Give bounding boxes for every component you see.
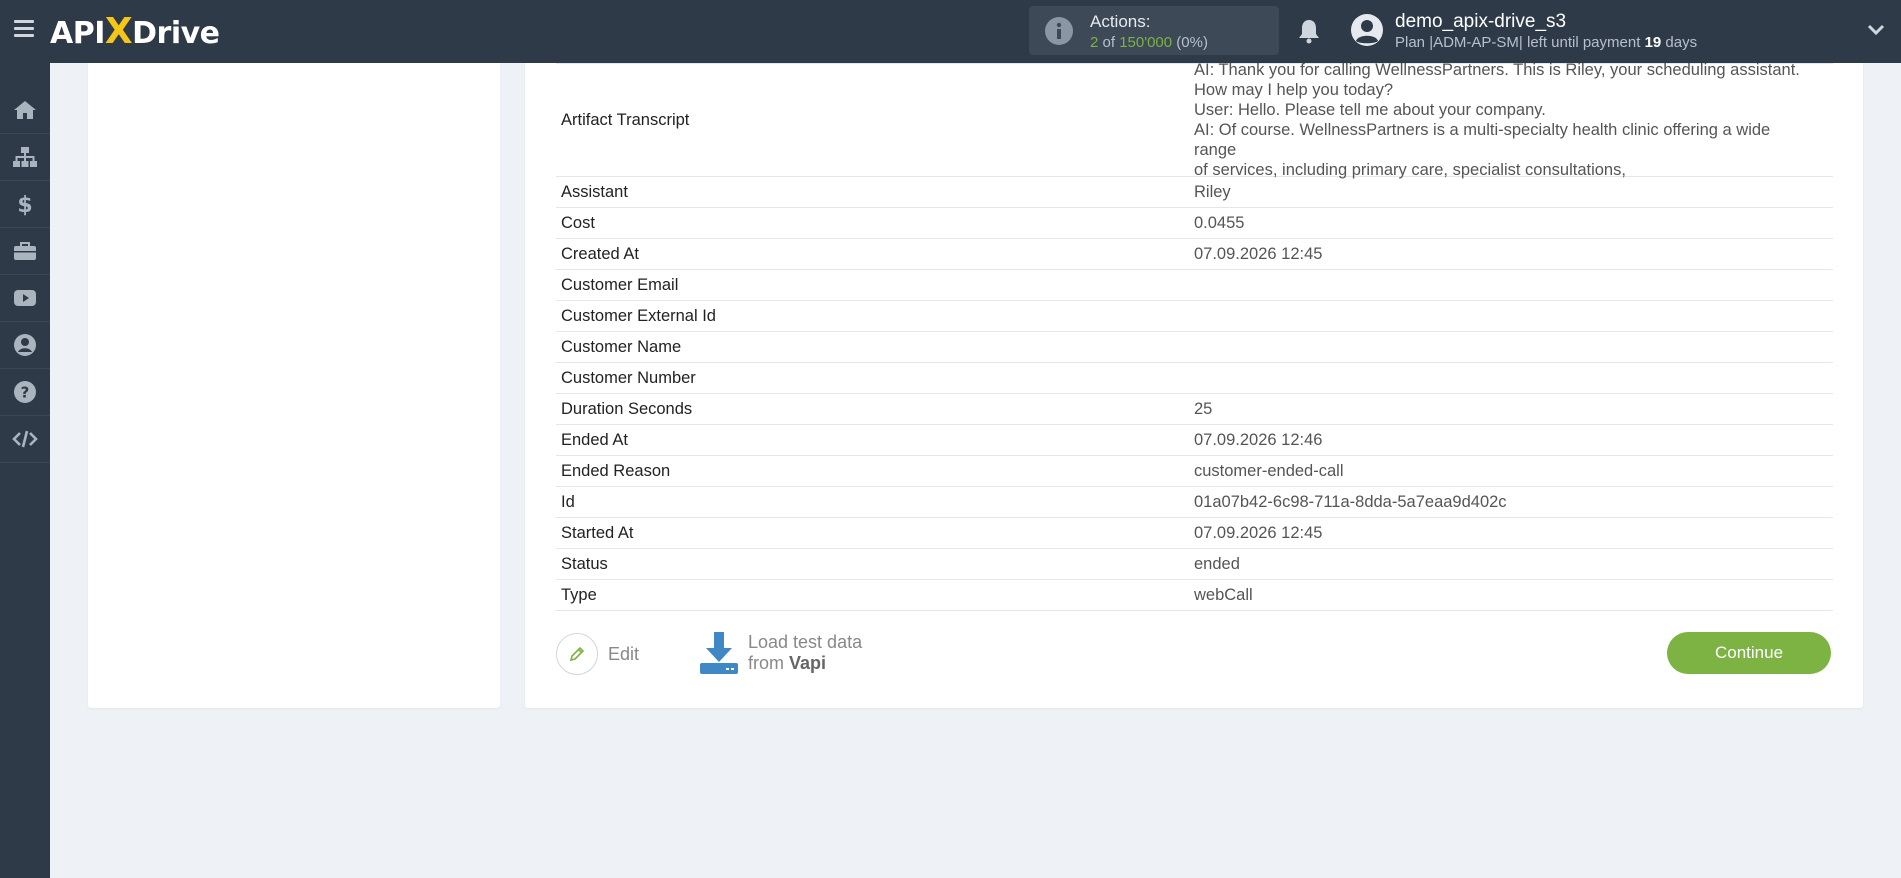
pencil-icon: [556, 633, 598, 675]
continue-button[interactable]: Continue: [1667, 632, 1831, 674]
table-row: Assistant Riley: [556, 177, 1833, 208]
svg-text:?: ?: [21, 384, 30, 402]
sitemap-icon: [13, 147, 37, 167]
load-test-data-label: Load test data from Vapi: [748, 632, 863, 673]
table-row: Customer Name: [556, 332, 1833, 363]
top-bar: APIXDrive Actions: 2 of 150'000 (0%) dem…: [0, 0, 1901, 63]
download-icon: [700, 632, 738, 674]
row-value: 07.09.2026 12:45: [1194, 524, 1323, 542]
row-value: 25: [1194, 400, 1213, 418]
row-key: Type: [561, 585, 597, 604]
row-value: ended: [1194, 555, 1240, 573]
sidebar-item-help[interactable]: ?: [0, 369, 50, 416]
row-value: customer-ended-call: [1194, 462, 1344, 480]
sidebar-item-video[interactable]: [0, 275, 50, 322]
plan-info: Plan |ADM-AP-SM| left until payment 19 d…: [1395, 34, 1698, 51]
row-key: Customer Number: [561, 368, 696, 387]
info-icon: [1045, 17, 1073, 45]
sidebar-item-billing[interactable]: $: [0, 181, 50, 228]
row-value: Riley: [1194, 183, 1231, 201]
row-key: Customer Name: [561, 337, 682, 356]
row-value: AI: Thank you for calling WellnessPartne…: [1194, 61, 1800, 179]
actions-label: Actions:: [1090, 12, 1151, 31]
table-row: Ended At 07.09.2026 12:46: [556, 425, 1833, 456]
table-row: Ended Reason customer-ended-call: [556, 456, 1833, 487]
actions-counter: Actions: 2 of 150'000 (0%): [1029, 6, 1279, 55]
question-icon: ?: [14, 381, 36, 403]
briefcase-icon: [14, 242, 36, 260]
hamburger-menu-icon[interactable]: [14, 20, 34, 40]
left-panel: [88, 63, 500, 708]
user-circle-icon: [14, 334, 36, 356]
row-key: Customer Email: [561, 275, 679, 294]
table-row: Duration Seconds 25: [556, 394, 1833, 425]
table-row: Artifact Transcript AI: Thank you for ca…: [556, 61, 1833, 179]
chevron-down-icon[interactable]: [1866, 22, 1886, 38]
edit-label: Edit: [608, 643, 640, 664]
row-key: Ended Reason: [561, 461, 671, 480]
load-test-data-button[interactable]: Load test data from Vapi: [698, 631, 862, 675]
row-value: webCall: [1194, 586, 1253, 604]
dollar-icon: $: [17, 193, 32, 216]
table-row: Customer Email: [556, 270, 1833, 301]
sidebar: $ ?: [0, 63, 50, 878]
youtube-icon: [14, 290, 36, 306]
table-row: Started At 07.09.2026 12:45: [556, 518, 1833, 549]
table-row: Customer Number: [556, 363, 1833, 394]
sidebar-item-api[interactable]: [0, 416, 50, 463]
svg-text:$: $: [17, 193, 32, 216]
row-key: Artifact Transcript: [561, 110, 690, 129]
row-value: 01a07b42-6c98-711a-8dda-5a7eaa9d402c: [1194, 493, 1507, 511]
data-table: Artifact Transcript AI: Thank you for ca…: [556, 61, 1833, 611]
table-row: Type webCall: [556, 580, 1833, 611]
row-key: Id: [561, 492, 575, 511]
sidebar-item-account[interactable]: [0, 322, 50, 369]
username[interactable]: demo_apix-drive_s3: [1395, 11, 1566, 33]
row-key: Duration Seconds: [561, 399, 693, 418]
row-key: Assistant: [561, 182, 628, 201]
row-value: 0.0455: [1194, 214, 1245, 232]
home-icon: [14, 101, 36, 119]
bell-icon[interactable]: [1297, 18, 1321, 44]
edit-button[interactable]: Edit: [556, 633, 639, 675]
row-key: Created At: [561, 244, 639, 263]
table-row: Created At 07.09.2026 12:45: [556, 239, 1833, 270]
actions-value: 2 of 150'000 (0%): [1090, 34, 1208, 51]
table-row: Customer External Id: [556, 301, 1833, 332]
row-value: 07.09.2026 12:46: [1194, 431, 1323, 449]
sidebar-item-tools[interactable]: [0, 228, 50, 275]
apixdrive-logo[interactable]: APIXDrive: [50, 11, 220, 52]
row-key: Customer External Id: [561, 306, 716, 325]
row-key: Started At: [561, 523, 634, 542]
row-key: Cost: [561, 213, 595, 232]
sidebar-item-connections[interactable]: [0, 134, 50, 181]
row-key: Ended At: [561, 430, 628, 449]
table-row: Status ended: [556, 549, 1833, 580]
avatar[interactable]: [1350, 13, 1384, 47]
sidebar-item-home[interactable]: [0, 87, 50, 134]
table-row: Id 01a07b42-6c98-711a-8dda-5a7eaa9d402c: [556, 487, 1833, 518]
row-key: Status: [561, 554, 608, 573]
data-panel: Artifact Transcript AI: Thank you for ca…: [525, 61, 1863, 708]
table-row: Cost 0.0455: [556, 208, 1833, 239]
code-icon: [12, 430, 38, 448]
row-value: 07.09.2026 12:45: [1194, 245, 1323, 263]
